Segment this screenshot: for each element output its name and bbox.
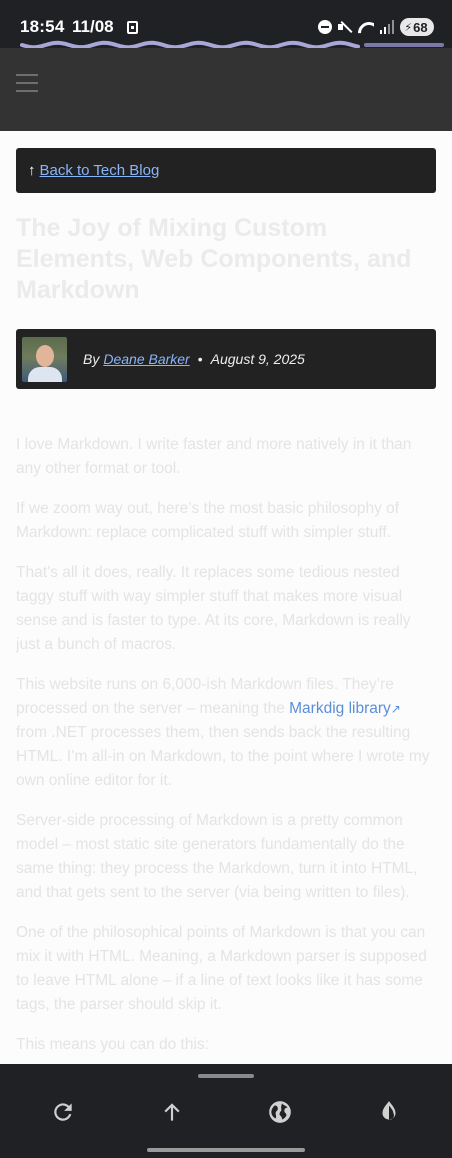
wifi-icon — [358, 20, 374, 34]
paragraph: This means you can do this: — [16, 1036, 209, 1053]
app-icon — [127, 21, 138, 34]
paragraph: That’s all it does, really. It replaces … — [16, 564, 411, 653]
paragraph: Server-side processing of Markdown is a … — [16, 812, 418, 901]
dnd-icon — [318, 20, 332, 34]
paragraph: This website runs on 6,000-ish Markdown … — [16, 673, 436, 793]
drag-handle[interactable] — [198, 1074, 254, 1078]
refresh-button[interactable] — [45, 1094, 81, 1130]
status-icons: ⚡ 68 — [318, 17, 434, 37]
link-text: Markdig library — [289, 700, 391, 717]
page-title: The Joy of Mixing Custom Elements, Web C… — [16, 214, 412, 304]
author-link[interactable]: Deane Barker — [103, 351, 189, 367]
contrast-button[interactable] — [371, 1094, 407, 1130]
status-date: 11/08 — [72, 17, 114, 36]
byline-prefix: By — [83, 351, 100, 367]
scroll-top-icon — [164, 1103, 180, 1121]
gesture-navigation-bar[interactable] — [147, 1148, 305, 1152]
page-content: ↑ Back to Tech Blog The Joy of Mixing Cu… — [16, 148, 436, 1073]
mute-icon — [338, 20, 352, 34]
battery-charging-icon: ⚡ — [404, 21, 413, 34]
back-to-blog-link[interactable]: Back to Tech Blog — [40, 162, 160, 179]
paragraph-text: from .NET processes them, then sends bac… — [16, 724, 430, 789]
site-header — [0, 48, 452, 131]
back-nav-bar: ↑ Back to Tech Blog — [16, 148, 436, 193]
battery-indicator: ⚡ 68 — [400, 18, 434, 36]
article-body: I love Markdown. I write faster and more… — [16, 433, 436, 1057]
paragraph: If we zoom way out, here’s the most basi… — [16, 500, 400, 541]
avatar — [22, 336, 67, 382]
hamburger-menu-icon[interactable] — [16, 74, 38, 94]
globe-button[interactable] — [262, 1094, 298, 1130]
status-time: 18:54 — [20, 17, 65, 36]
battery-level: 68 — [413, 19, 428, 35]
paragraph: One of the philosophical points of Markd… — [16, 924, 427, 1013]
signal-icon — [380, 20, 394, 34]
byline: By Deane Barker • August 9, 2025 — [16, 329, 436, 389]
bottom-toolbar — [0, 1064, 452, 1158]
markdig-library-link[interactable]: Markdig library↗ — [289, 700, 401, 717]
refresh-icon — [54, 1103, 72, 1121]
up-arrow-icon: ↑ — [28, 162, 36, 179]
external-link-icon: ↗ — [390, 702, 401, 716]
byline-separator: • — [197, 351, 203, 367]
post-date: August 9, 2025 — [210, 351, 305, 367]
globe-icon — [269, 1101, 291, 1123]
paragraph: I love Markdown. I write faster and more… — [16, 436, 412, 477]
contrast-icon — [382, 1101, 396, 1120]
progress-wave — [20, 40, 360, 50]
browser-screen: 18:54 11/08 ⚡ 68 ↑ Back to Tech Blog The… — [0, 0, 452, 1158]
scroll-top-button[interactable] — [154, 1094, 190, 1130]
